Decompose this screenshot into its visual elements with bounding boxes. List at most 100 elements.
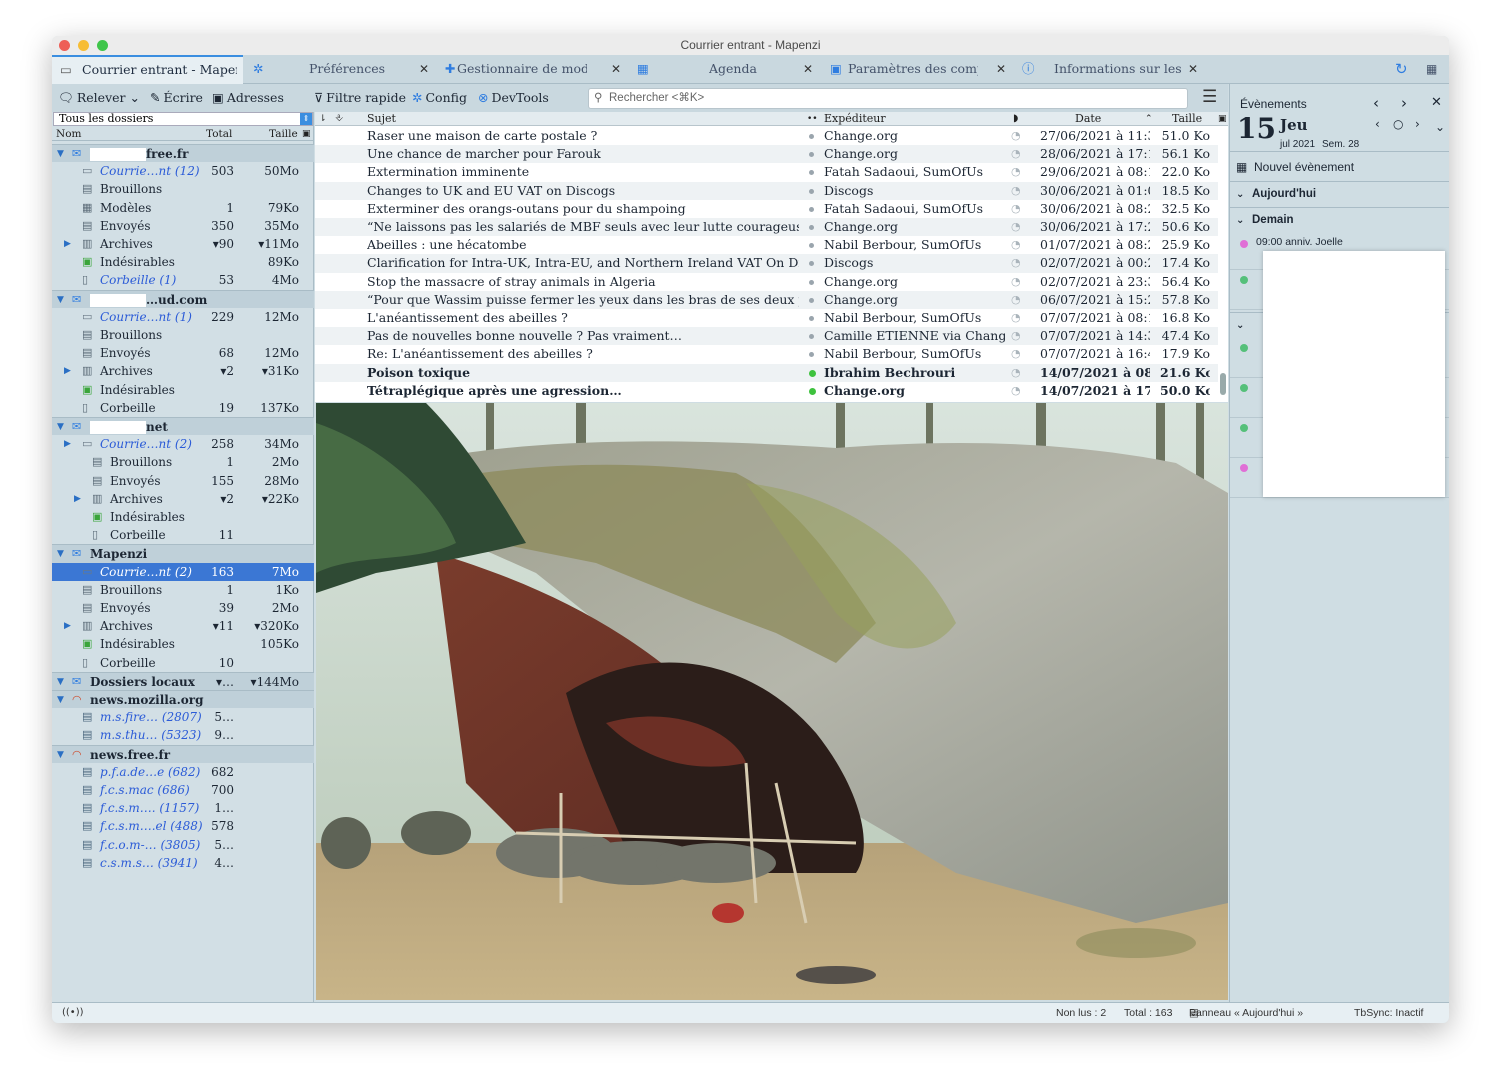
junk-status-icon[interactable]: ◔	[1011, 200, 1021, 218]
column-picker-icon[interactable]: ▣	[1218, 112, 1227, 126]
account-row[interactable]: ▼ ✉ net	[52, 417, 314, 436]
folder-row[interactable]: ▤ Envoyés 350 35Mo	[52, 217, 314, 235]
tab-4[interactable]: ▦ Agenda ✕	[629, 55, 819, 84]
message-row[interactable]: Une chance de marcher pour Farouk Change.…	[315, 145, 1218, 164]
folder-row[interactable]: ▤ Brouillons 1 2Mo	[52, 453, 314, 471]
twisty-icon[interactable]: ▶	[64, 362, 71, 380]
twisty-icon[interactable]: ▶	[64, 235, 71, 253]
folder-row[interactable]: ▣ Indésirables	[52, 508, 314, 526]
column-picker-icon[interactable]: ▣	[302, 127, 311, 141]
folder-row[interactable]: ▭ Courrie…nt (2) 163 7Mo	[52, 562, 314, 581]
message-row[interactable]: Tétraplégique après une agression… Change…	[315, 382, 1218, 400]
config-button[interactable]: ✲ Config	[412, 88, 467, 108]
close-icon[interactable]: ✕	[419, 55, 429, 83]
tab-3[interactable]: ✚Gestionnaire de modules ✕	[437, 55, 627, 84]
message-row[interactable]: “Ne laissons pas les salariés de MBF seu…	[315, 218, 1218, 237]
folder-row[interactable]: ▤ f.c.s.m….el (488) 578	[52, 817, 314, 835]
folder-row[interactable]: ▶ ▥ Archives ▾2 ▾31Ko	[52, 362, 314, 380]
read-status-dot[interactable]	[809, 352, 814, 358]
account-row[interactable]: ▼ ◠ news.mozilla.org	[52, 690, 314, 709]
close-icon[interactable]: ✕	[611, 55, 621, 83]
folder-row[interactable]: ▯ Corbeille 10	[52, 654, 314, 672]
folder-row[interactable]: ▣ Indésirables	[52, 381, 314, 399]
folder-row[interactable]: ▤ Envoyés 39 2Mo	[52, 599, 314, 617]
tab-2[interactable]: ✲ Préférences ✕	[245, 55, 435, 84]
close-icon[interactable]: ✕	[1188, 55, 1198, 83]
read-status-dot[interactable]	[809, 387, 816, 395]
message-row[interactable]: “Pour que Wassim puisse fermer les yeux …	[315, 290, 1218, 309]
folder-row[interactable]: ▤ m.s.fire… (2807) 5…	[52, 708, 314, 726]
junk-status-icon[interactable]: ◔	[1011, 182, 1021, 200]
folder-row[interactable]: ▤ c.s.m.s… (3941) 4…	[52, 854, 314, 872]
read-status-dot[interactable]	[809, 243, 814, 249]
folder-row[interactable]: ▤ Brouillons	[52, 326, 314, 344]
col-sender[interactable]: Expéditeur	[824, 112, 886, 126]
junk-status-icon[interactable]: ◔	[1011, 236, 1021, 254]
chevron-down-icon[interactable]: ⌄	[130, 90, 140, 105]
attachment-icon[interactable]: ⎀	[335, 112, 343, 126]
folder-row[interactable]: ▤ f.c.s.m…. (1157) 1…	[52, 799, 314, 817]
tab-1[interactable]: ▭ Courrier entrant - Mapenzi	[52, 55, 243, 84]
message-row[interactable]: Poison toxique Ibrahim Bechrouri ◔ 14/07/20…	[315, 363, 1218, 382]
col-size[interactable]: Taille	[1172, 112, 1202, 126]
folder-row[interactable]: ▯ Corbeille 11	[52, 526, 314, 544]
folder-row[interactable]: ▤ m.s.thu… (5323) 9…	[52, 726, 314, 744]
tbsync-status[interactable]: TbSync: Inactif	[1354, 1003, 1423, 1023]
twisty-icon[interactable]: ▼	[57, 418, 64, 436]
chevron-left-icon[interactable]: ‹	[1375, 117, 1380, 131]
folder-row[interactable]: ▤ Envoyés 155 28Mo	[52, 472, 314, 490]
message-row[interactable]: L'anéantissement des abeilles ? Nabil Ber…	[315, 309, 1218, 327]
junk-status-icon[interactable]: ◔	[1011, 163, 1021, 181]
account-row[interactable]: ▼ ✉ free.fr	[52, 144, 314, 163]
junk-status-icon[interactable]: ◔	[1011, 327, 1021, 345]
devtools-button[interactable]: ⊗ DevTools	[478, 88, 549, 108]
online-status-icon[interactable]: ((•))	[62, 1003, 84, 1023]
message-row[interactable]: Changes to UK and EU VAT on Discogs Disco…	[315, 181, 1218, 200]
folder-row[interactable]: ▯ Corbeille 19 137Ko	[52, 399, 314, 417]
sync-icon[interactable]: ↻	[1395, 55, 1417, 84]
read-status-dot[interactable]	[809, 369, 816, 377]
twisty-icon[interactable]: ▼	[57, 145, 64, 163]
address-book-button[interactable]: ▣ Adresses	[212, 88, 284, 108]
junk-status-icon[interactable]: ◔	[1011, 382, 1021, 400]
junk-status-icon[interactable]: ◔	[1011, 309, 1021, 327]
junk-status-icon[interactable]: ◔	[1011, 345, 1021, 363]
junk-status-icon[interactable]: ◔	[1011, 291, 1021, 309]
tab-5[interactable]: ▣ Paramètres des comptes ✕	[822, 55, 1012, 84]
read-status-dot[interactable]	[809, 134, 814, 139]
junk-status-icon[interactable]: ◔	[1011, 273, 1021, 291]
col-date[interactable]: Date	[1075, 112, 1101, 126]
read-status-dot[interactable]	[809, 152, 814, 158]
folder-row[interactable]: ▤ f.c.o.m-… (3805) 5…	[52, 836, 314, 854]
twisty-icon[interactable]: ▼	[57, 545, 64, 563]
chevron-right-icon[interactable]: ›	[1401, 94, 1407, 112]
folder-row[interactable]: ▭ Courrie…nt (12) 503 50Mo	[52, 162, 314, 180]
account-row[interactable]: ▼ ✉ Dossiers locaux ▾… ▾144Mo	[52, 671, 314, 690]
account-row[interactable]: ▼ ◠ news.free.fr	[52, 744, 314, 763]
junk-status-icon[interactable]: ◔	[1011, 127, 1021, 145]
zoom-window-button[interactable]	[97, 40, 108, 51]
twisty-icon[interactable]: ▶	[74, 490, 81, 508]
col-total[interactable]: Total	[206, 127, 232, 141]
junk-status-icon[interactable]: ◔	[1011, 364, 1021, 382]
read-status-dot[interactable]	[809, 297, 814, 303]
folder-row[interactable]: ▯ Corbeille (1) 53 4Mo	[52, 271, 314, 289]
twisty-icon[interactable]: ▶	[64, 617, 71, 635]
col-size[interactable]: Taille	[269, 127, 298, 141]
minimize-window-button[interactable]	[78, 40, 89, 51]
chevron-left-icon[interactable]: ‹	[1373, 94, 1379, 112]
twisty-icon[interactable]: ▼	[57, 291, 64, 309]
read-status-dot[interactable]	[809, 188, 814, 194]
folder-row[interactable]: ▶ ▥ Archives ▾90 ▾11Mo	[52, 235, 314, 253]
folder-row[interactable]: ▤ Brouillons 1 1Ko	[52, 581, 314, 599]
close-window-button[interactable]	[59, 40, 70, 51]
message-row[interactable]: Stop the massacre of stray animals in Al…	[315, 273, 1218, 291]
folder-row[interactable]: ▶ ▭ Courrie…nt (2) 258 34Mo	[52, 435, 314, 453]
read-status-dot[interactable]	[809, 334, 814, 340]
chevron-down-icon[interactable]: ⌄	[1435, 120, 1445, 134]
read-status-dot[interactable]	[809, 225, 814, 230]
twisty-icon[interactable]: ▼	[57, 691, 64, 709]
folder-row[interactable]: ▣ Indésirables 105Ko	[52, 635, 314, 653]
thread-icon[interactable]: ⇂	[319, 112, 327, 126]
close-icon[interactable]: ✕	[803, 55, 813, 83]
